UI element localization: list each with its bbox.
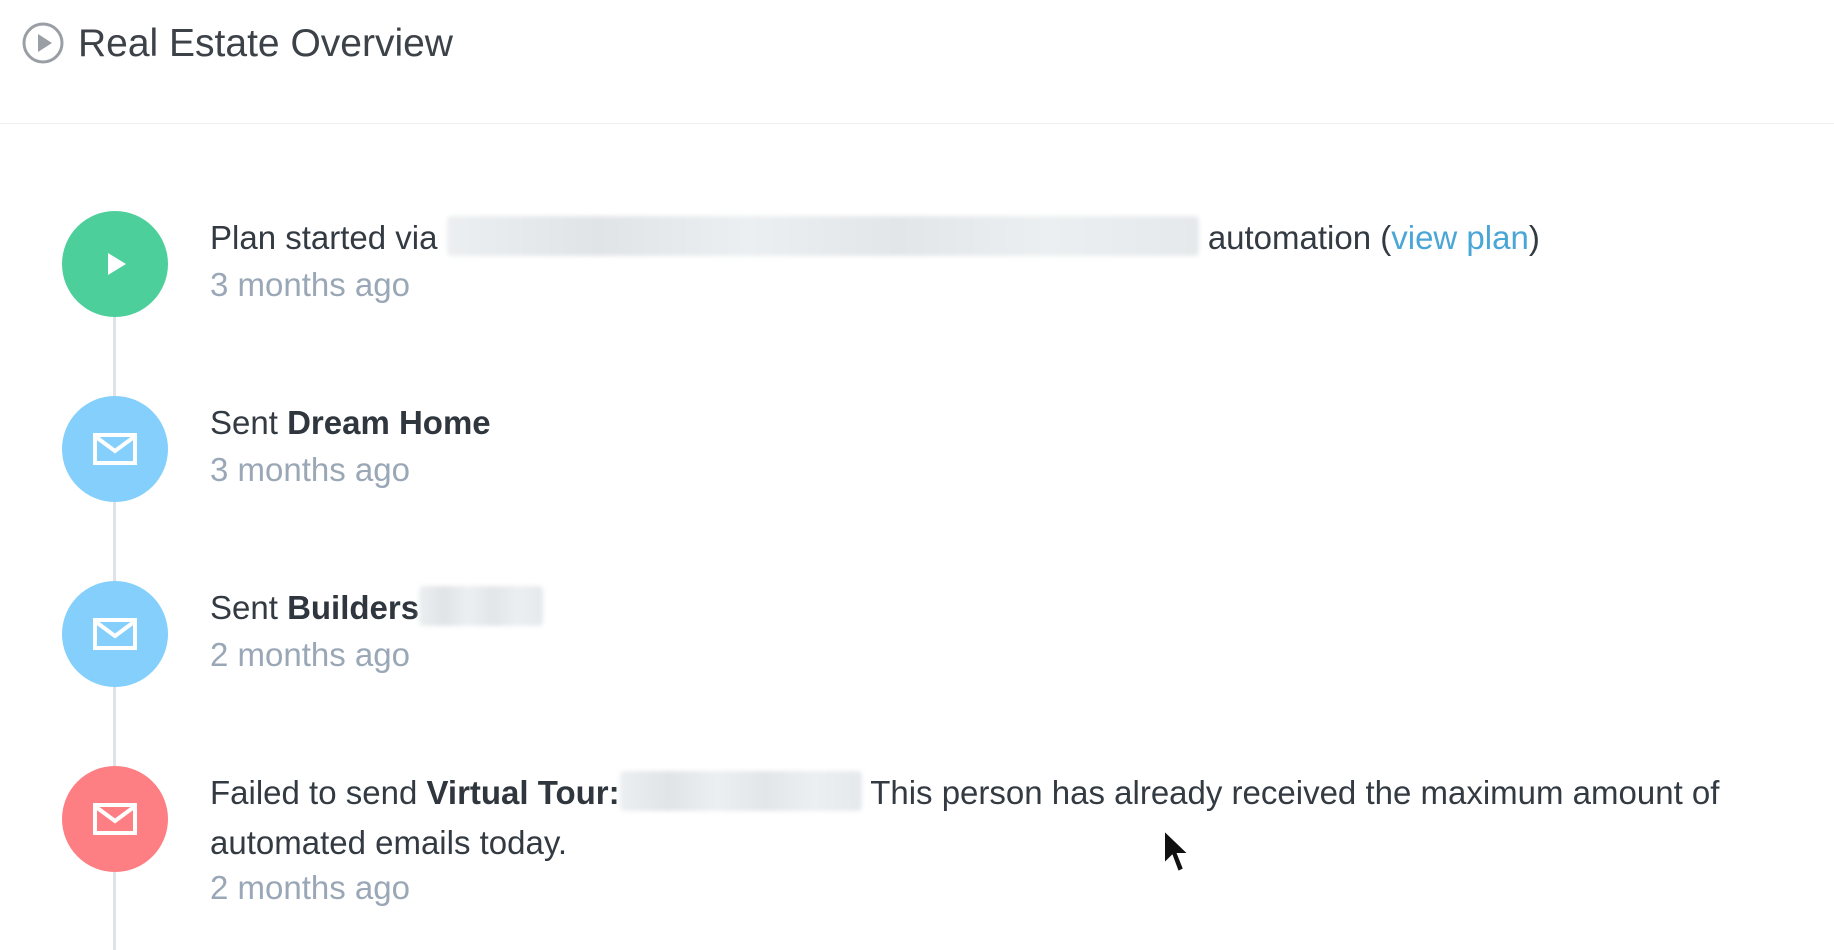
page-title: Real Estate Overview — [78, 22, 453, 65]
event-prefix: Failed to send — [210, 774, 418, 811]
event-prefix: Sent — [210, 404, 278, 441]
email-failed-badge — [62, 766, 168, 872]
email-sent-badge — [62, 396, 168, 502]
email-subject: Dream Home — [287, 404, 491, 441]
page: Real Estate Overview Plan started via au… — [0, 0, 1834, 950]
redacted-subject-suffix — [419, 586, 544, 627]
event-description: Sent Dream Home — [210, 398, 1810, 448]
email-sent-badge — [62, 581, 168, 687]
event-description: Sent Builders — [210, 583, 1810, 633]
event-timestamp: 2 months ago — [210, 869, 410, 906]
page-header: Real Estate Overview — [0, 0, 1834, 124]
event-prefix: Plan started via — [210, 219, 438, 256]
event-timestamp: 3 months ago — [210, 266, 410, 303]
redacted-subject-suffix — [619, 771, 862, 812]
link-close-paren: ) — [1528, 219, 1540, 256]
event-prefix: Sent — [210, 589, 278, 626]
event-suffix: automation ( — [1207, 219, 1392, 256]
email-subject: Builders — [287, 589, 420, 626]
email-subject: Virtual Tour: — [426, 774, 620, 811]
view-plan-link[interactable]: view plan — [1391, 219, 1529, 256]
event-timestamp: 2 months ago — [210, 636, 410, 673]
event-description: Plan started via automation (view plan) — [210, 213, 1810, 263]
redacted-plan-name — [446, 216, 1199, 257]
event-timestamp: 3 months ago — [210, 451, 410, 488]
plan-started-badge — [62, 211, 168, 317]
mail-icon — [93, 618, 137, 650]
mail-icon — [93, 433, 137, 465]
mail-icon — [93, 803, 137, 835]
play-circle-icon — [22, 22, 64, 64]
event-description: Failed to send Virtual Tour: This person… — [210, 768, 1810, 868]
play-icon — [108, 253, 126, 275]
mouse-cursor-icon — [1163, 828, 1192, 874]
